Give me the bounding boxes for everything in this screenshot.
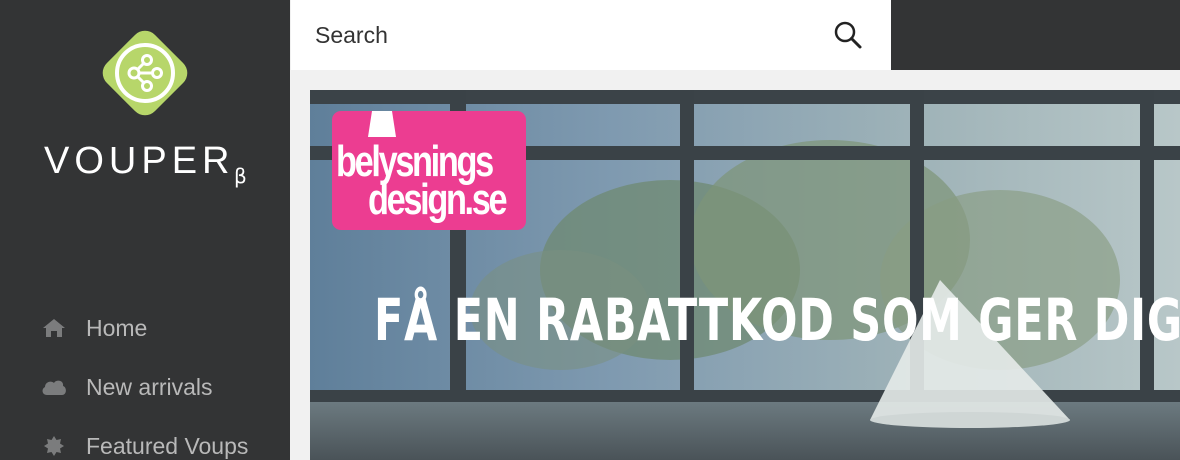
brand-name: VOUPER xyxy=(44,140,235,182)
home-icon xyxy=(40,314,68,342)
search-button[interactable] xyxy=(831,18,865,52)
sidebar-item-home[interactable]: Home xyxy=(0,303,290,353)
sidebar: VOUPER β Home New arrivals Featured Voup… xyxy=(0,0,290,460)
sidebar-item-new-arrivals[interactable]: New arrivals xyxy=(0,362,290,412)
sidebar-item-label: Home xyxy=(86,314,148,341)
store-logo[interactable]: belysnings design.se xyxy=(332,111,526,230)
store-logo-line2: design.se xyxy=(368,175,508,224)
sidebar-item-label: Featured Voups xyxy=(86,432,249,459)
search-bar xyxy=(291,0,891,70)
featured-deal-banner[interactable]: FÅ EN RABATTKOD SOM GER DIG belysnings d… xyxy=(310,90,1180,460)
beta-badge: β xyxy=(234,164,247,188)
badge-icon xyxy=(40,432,68,460)
header-right-area xyxy=(891,0,1180,70)
sidebar-item-label: New arrivals xyxy=(86,373,213,400)
share-network-icon xyxy=(102,30,188,116)
banner-headline: FÅ EN RABATTKOD SOM GER DIG xyxy=(374,286,1180,354)
brand-logo[interactable] xyxy=(94,22,196,124)
cloud-icon xyxy=(40,373,68,401)
search-icon xyxy=(834,21,862,49)
sidebar-item-featured-voups[interactable]: Featured Voups xyxy=(0,421,290,460)
search-input[interactable] xyxy=(291,0,821,70)
